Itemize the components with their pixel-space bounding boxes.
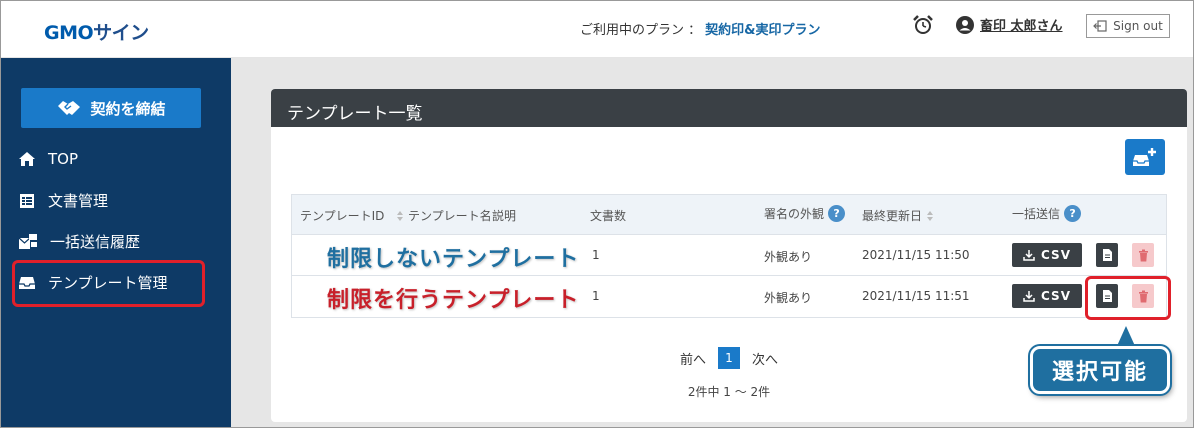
logo-gmo: GMO bbox=[44, 22, 94, 44]
panel-title: テンプレート一覧 bbox=[271, 89, 1187, 127]
bulk-send-icon bbox=[18, 234, 37, 249]
alarm-clock-icon[interactable] bbox=[912, 14, 934, 36]
col-template-id-label: テンプレートID bbox=[300, 209, 385, 223]
selectable-highlight bbox=[1085, 276, 1171, 320]
table-row[interactable]: 制限しないテンプレート 1 外観あり 2021/11/15 11:50 CSV bbox=[292, 235, 1166, 276]
home-icon bbox=[19, 152, 35, 166]
template-name[interactable]: 制限を行うテンプレート bbox=[327, 282, 579, 314]
sign-out-icon bbox=[1093, 20, 1107, 32]
help-icon[interactable]: ? bbox=[1064, 205, 1082, 222]
delete-button[interactable] bbox=[1132, 243, 1154, 267]
document-list-icon bbox=[20, 193, 34, 208]
col-signature-look-label: 署名の外観 bbox=[764, 207, 825, 221]
document-icon bbox=[1102, 249, 1112, 261]
sort-icon bbox=[927, 210, 934, 221]
next-page-link[interactable]: 次へ bbox=[752, 349, 778, 368]
current-page[interactable]: 1 bbox=[718, 347, 740, 369]
sidebar-item-label: TOP bbox=[48, 150, 79, 168]
col-bulk-send-label: 一括送信 bbox=[1012, 207, 1061, 221]
sort-icon bbox=[397, 210, 403, 221]
sign-contract-label: 契約を締結 bbox=[90, 99, 166, 118]
col-last-updated[interactable]: 最終更新日 bbox=[862, 207, 934, 224]
col-description-label: 説明 bbox=[492, 209, 517, 223]
col-template-name-label: テンプレート名 bbox=[408, 209, 492, 223]
top-header: GMOサイン ご利用中のプラン ：契約印&実印プラン 畜印 太郎さん Sign … bbox=[0, 0, 1194, 58]
user-menu[interactable]: 畜印 太郎さん bbox=[956, 15, 1063, 34]
download-icon bbox=[1023, 291, 1035, 302]
plan-info: ご利用中のプラン ：契約印&実印プラン bbox=[580, 19, 820, 38]
template-name[interactable]: 制限しないテンプレート bbox=[327, 241, 579, 273]
sidebar: 契約を締結 TOP 文書管理 一括送信履歴 テンプレート管理 bbox=[0, 58, 231, 428]
signature-look: 外観あり bbox=[764, 250, 813, 264]
col-last-updated-label: 最終更新日 bbox=[862, 209, 923, 223]
csv-download-button[interactable]: CSV bbox=[1012, 284, 1082, 308]
callout-tail bbox=[1117, 326, 1135, 346]
document-button[interactable] bbox=[1096, 243, 1118, 267]
add-template-button[interactable] bbox=[1125, 139, 1165, 175]
signature-look: 外観あり bbox=[764, 291, 813, 305]
add-template-icon bbox=[1133, 148, 1156, 166]
plan-name: 契約印&実印プラン bbox=[705, 23, 821, 38]
csv-label: CSV bbox=[1041, 248, 1071, 262]
sidebar-item-documents[interactable]: 文書管理 bbox=[18, 190, 108, 211]
download-icon bbox=[1023, 250, 1035, 261]
sidebar-item-top[interactable]: TOP bbox=[18, 150, 78, 168]
csv-download-button[interactable]: CSV bbox=[1012, 243, 1082, 267]
doc-count: 1 bbox=[592, 248, 600, 262]
sign-contract-button[interactable]: 契約を締結 bbox=[21, 88, 201, 128]
user-icon bbox=[956, 15, 974, 34]
col-bulk-send: 一括送信 ? bbox=[1012, 205, 1082, 222]
logo-sign: サイン bbox=[93, 22, 149, 44]
sidebar-item-label: 文書管理 bbox=[48, 192, 109, 210]
col-signature-look: 署名の外観 ? bbox=[764, 205, 846, 222]
prev-page-link[interactable]: 前へ bbox=[680, 349, 706, 368]
help-icon[interactable]: ? bbox=[828, 205, 846, 222]
col-doc-count-label: 文書数 bbox=[590, 209, 627, 223]
table-header: テンプレートID テンプレート名 説明 文書数 署名の外観 ? 最終更新日 一括… bbox=[292, 195, 1166, 235]
last-updated: 2021/11/15 11:51 bbox=[862, 289, 970, 303]
trash-icon bbox=[1138, 249, 1148, 261]
logo[interactable]: GMOサイン bbox=[44, 18, 149, 45]
col-description: 説明 bbox=[492, 207, 516, 224]
csv-label: CSV bbox=[1041, 289, 1071, 303]
user-name[interactable]: 畜印 太郎さん bbox=[980, 15, 1063, 34]
sign-out-button[interactable]: Sign out bbox=[1086, 14, 1170, 38]
last-updated: 2021/11/15 11:50 bbox=[862, 248, 970, 262]
sidebar-item-label: 一括送信履歴 bbox=[50, 233, 141, 251]
template-menu-highlight bbox=[12, 260, 205, 307]
sidebar-item-bulk-history[interactable]: 一括送信履歴 bbox=[18, 231, 140, 252]
col-template-name[interactable]: テンプレート名 bbox=[396, 207, 492, 224]
plan-label: ご利用中のプラン ： bbox=[580, 23, 702, 38]
sign-out-label: Sign out bbox=[1113, 19, 1163, 33]
doc-count: 1 bbox=[592, 289, 600, 303]
col-template-id[interactable]: テンプレートID bbox=[300, 207, 384, 224]
table-row[interactable]: 制限を行うテンプレート 1 外観あり 2021/11/15 11:51 CSV bbox=[292, 276, 1166, 317]
col-doc-count: 文書数 bbox=[590, 207, 626, 224]
selectable-callout: 選択可能 bbox=[1030, 346, 1170, 394]
template-table: テンプレートID テンプレート名 説明 文書数 署名の外観 ? 最終更新日 一括… bbox=[291, 194, 1167, 318]
handshake-icon bbox=[58, 101, 81, 115]
